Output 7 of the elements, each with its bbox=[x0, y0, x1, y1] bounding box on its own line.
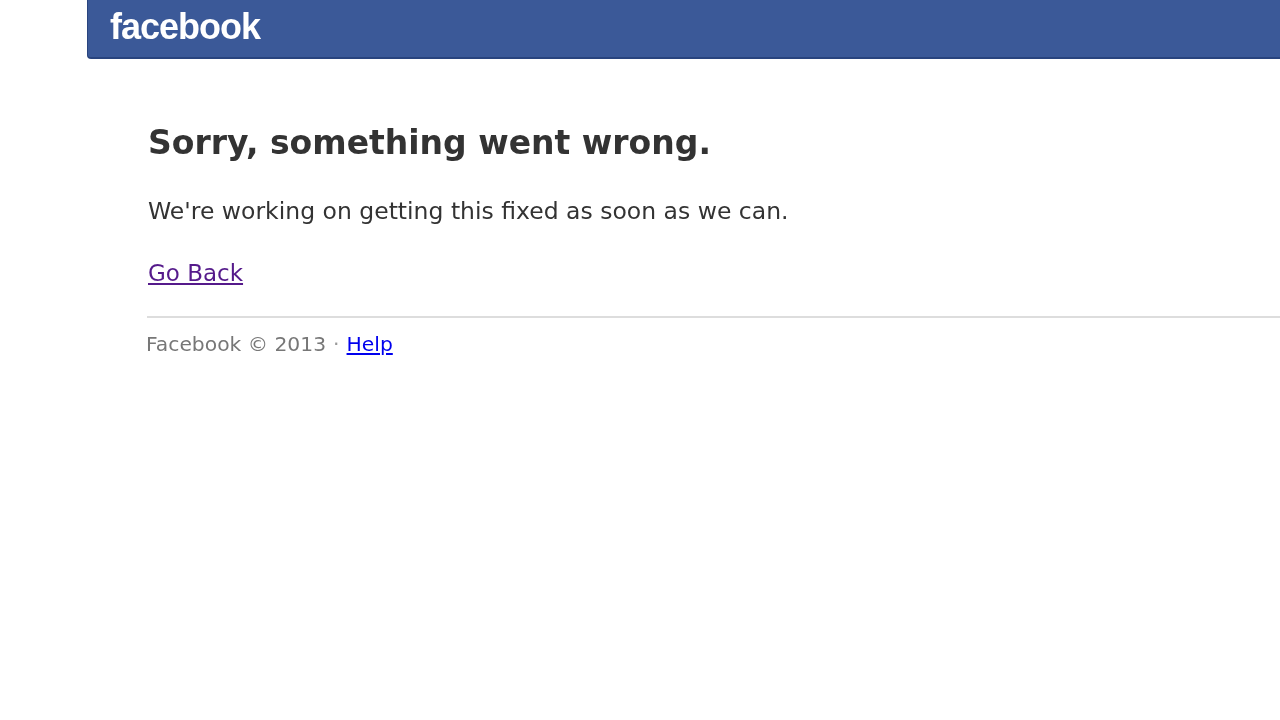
logo[interactable]: facebook bbox=[110, 8, 261, 45]
separator-dot: · bbox=[333, 331, 340, 358]
go-back-link[interactable]: Go Back bbox=[148, 258, 244, 288]
error-title: Sorry, something went wrong. bbox=[148, 122, 711, 164]
help-link[interactable]: Help bbox=[346, 330, 393, 358]
error-message: We're working on getting this fixed as soon as we can. bbox=[148, 196, 789, 226]
copyright-text: Facebook © 2013 bbox=[146, 331, 327, 358]
